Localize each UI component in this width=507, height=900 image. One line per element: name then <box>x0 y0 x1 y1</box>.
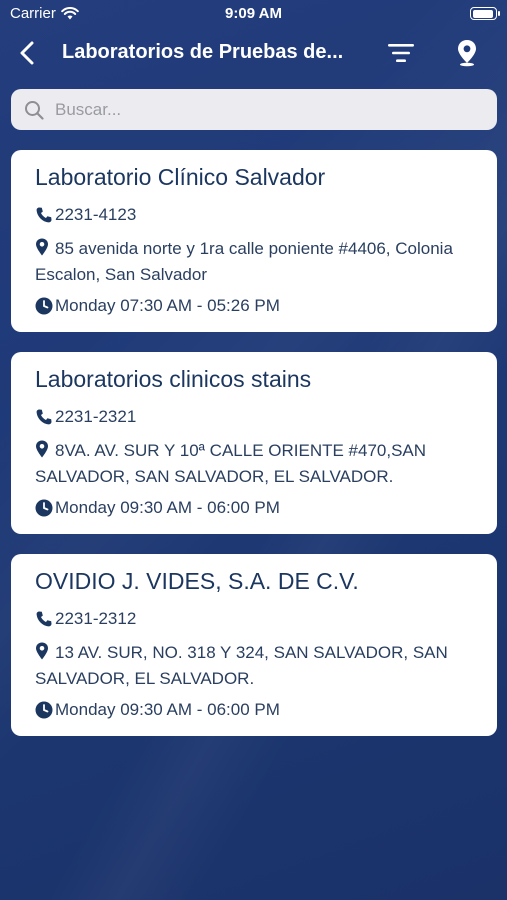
lab-hours: Monday 09:30 AM - 06:00 PM <box>55 700 280 719</box>
lab-card[interactable]: Laboratorios clinicos stains 2231-2321 8… <box>11 352 497 534</box>
lab-name: Laboratorio Clínico Salvador <box>35 164 326 190</box>
lab-address: 8VA. AV. SUR Y 10ª CALLE ORIENTE #470,SA… <box>35 441 427 486</box>
map-button[interactable] <box>452 36 482 70</box>
lab-address-row: 13 AV. SUR, NO. 318 Y 324, SAN SALVADOR,… <box>35 641 479 690</box>
phone-icon <box>35 405 55 428</box>
back-button[interactable] <box>12 38 42 68</box>
location-pin-icon <box>35 642 55 667</box>
clock-icon <box>35 698 55 721</box>
lab-phone-row[interactable]: 2231-2312 <box>35 607 479 630</box>
search-icon <box>23 99 45 121</box>
phone-icon <box>35 607 55 630</box>
lab-address: 13 AV. SUR, NO. 318 Y 324, SAN SALVADOR,… <box>35 643 448 688</box>
lab-hours: Monday 07:30 AM - 05:26 PM <box>55 296 280 315</box>
lab-phone: 2231-4123 <box>55 205 137 224</box>
lab-hours: Monday 09:30 AM - 06:00 PM <box>55 498 280 517</box>
filter-icon <box>388 44 414 62</box>
lab-name: OVIDIO J. VIDES, S.A. DE C.V. <box>35 568 359 594</box>
nav-bar: Laboratorios de Pruebas de... <box>0 30 507 76</box>
location-pin-icon <box>35 238 55 263</box>
lab-name: Laboratorios clinicos stains <box>35 366 312 392</box>
battery-icon <box>470 7 500 20</box>
phone-icon <box>35 203 55 226</box>
filter-button[interactable] <box>385 38 417 68</box>
lab-phone-row[interactable]: 2231-4123 <box>35 203 479 226</box>
search-input[interactable] <box>55 99 475 120</box>
clock-icon <box>35 294 55 317</box>
lab-hours-row: Monday 07:30 AM - 05:26 PM <box>35 294 479 317</box>
clock-icon <box>35 496 55 519</box>
lab-card[interactable]: OVIDIO J. VIDES, S.A. DE C.V. 2231-2312 … <box>11 554 497 736</box>
page-title: Laboratorios de Pruebas de... <box>62 41 344 63</box>
lab-phone-row[interactable]: 2231-2321 <box>35 405 479 428</box>
map-pin-icon <box>458 40 476 67</box>
lab-address-row: 85 avenida norte y 1ra calle poniente #4… <box>35 237 479 286</box>
status-bar: Carrier 9:09 AM <box>0 0 507 28</box>
search-bar[interactable] <box>11 89 497 130</box>
lab-address-row: 8VA. AV. SUR Y 10ª CALLE ORIENTE #470,SA… <box>35 439 479 488</box>
status-time: 9:09 AM <box>225 5 282 22</box>
lab-card[interactable]: Laboratorio Clínico Salvador 2231-4123 8… <box>11 150 497 332</box>
chevron-left-icon <box>20 41 34 65</box>
lab-address: 85 avenida norte y 1ra calle poniente #4… <box>35 239 453 284</box>
lab-hours-row: Monday 09:30 AM - 06:00 PM <box>35 698 479 721</box>
location-pin-icon <box>35 440 55 465</box>
lab-phone: 2231-2312 <box>55 609 137 628</box>
lab-hours-row: Monday 09:30 AM - 06:00 PM <box>35 496 479 519</box>
lab-phone: 2231-2321 <box>55 407 137 426</box>
